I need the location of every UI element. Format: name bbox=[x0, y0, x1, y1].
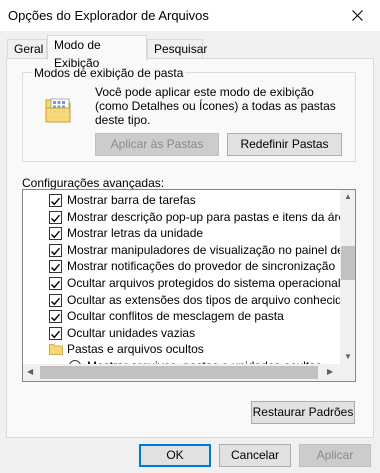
advanced-folder-group: Pastas e arquivos ocultos bbox=[23, 341, 340, 357]
advanced-checkbox-item[interactable]: Ocultar conflitos de mesclagem de pasta bbox=[23, 308, 340, 324]
advanced-checkbox-item[interactable]: Mostrar notificações do provedor de sinc… bbox=[23, 258, 340, 274]
advanced-checkbox-item[interactable]: Ocultar arquivos protegidos do sistema o… bbox=[23, 275, 340, 291]
advanced-checkbox-item[interactable]: Mostrar manipuladores de visualização no… bbox=[23, 242, 340, 258]
checkmark-icon bbox=[51, 264, 61, 272]
checkbox[interactable] bbox=[49, 194, 62, 207]
horizontal-scroll-thumb[interactable] bbox=[40, 366, 318, 379]
advanced-checkbox-item[interactable]: Mostrar letras da unidade bbox=[23, 225, 340, 241]
advanced-settings-items: Mostrar barra de tarefas Mostrar descriçã… bbox=[23, 190, 340, 364]
scroll-left-icon[interactable]: ◀ bbox=[27, 367, 33, 377]
advanced-settings-label: Configurações avançadas: bbox=[22, 176, 165, 190]
tab-general[interactable]: Geral bbox=[7, 39, 47, 59]
checkbox[interactable] bbox=[49, 326, 62, 340]
checkbox[interactable] bbox=[49, 227, 62, 241]
tab-strip: Geral Modo de Exibição Pesquisar bbox=[0, 35, 380, 70]
checkmark-icon bbox=[51, 214, 61, 222]
checkmark-icon bbox=[51, 247, 61, 256]
folder-view-icon bbox=[45, 98, 71, 123]
close-icon bbox=[351, 10, 363, 21]
ok-button[interactable]: OK bbox=[139, 444, 211, 467]
advanced-item-label: Ocultar arquivos protegidos do sistema o… bbox=[67, 276, 340, 290]
checkmark-icon bbox=[51, 230, 61, 239]
scroll-right-icon[interactable]: ▶ bbox=[327, 367, 333, 377]
advanced-item-label: Mostrar descrição pop-up para pastas e i… bbox=[67, 209, 340, 224]
checkmark-icon bbox=[51, 313, 61, 322]
close-button[interactable] bbox=[334, 0, 380, 31]
tab-search[interactable]: Pesquisar bbox=[147, 39, 207, 59]
scroll-up-icon[interactable]: ▲ bbox=[344, 192, 352, 202]
advanced-item-label: Mostrar manipuladores de visualização no… bbox=[67, 242, 340, 257]
advanced-checkbox-item[interactable]: Ocultar unidades vazias bbox=[23, 325, 340, 341]
advanced-item-label: Ocultar as extensões dos tipos de arquiv… bbox=[67, 292, 340, 307]
checkmark-icon bbox=[51, 297, 61, 305]
checkbox[interactable] bbox=[49, 243, 62, 257]
advanced-checkbox-item[interactable]: Ocultar as extensões dos tipos de arquiv… bbox=[23, 292, 340, 308]
horizontal-scrollbar[interactable]: ◀ ▶ bbox=[23, 364, 340, 381]
advanced-settings-list[interactable]: Mostrar barra de tarefas Mostrar descriçã… bbox=[22, 189, 356, 382]
window-title: Opções do Explorador de Arquivos bbox=[8, 8, 209, 23]
checkbox[interactable] bbox=[49, 277, 62, 290]
advanced-item-label: Pastas e arquivos ocultos bbox=[67, 342, 204, 357]
tab-view[interactable]: Modo de Exibição bbox=[47, 35, 147, 70]
advanced-checkbox-item[interactable]: Mostrar descrição pop-up para pastas e i… bbox=[23, 209, 340, 225]
checkbox[interactable] bbox=[49, 260, 62, 274]
folder-icon bbox=[49, 343, 63, 359]
advanced-item-label: Ocultar conflitos de mesclagem de pasta bbox=[67, 309, 284, 324]
restore-defaults-button[interactable]: Restaurar Padrões bbox=[251, 401, 355, 424]
checkmark-icon bbox=[51, 280, 61, 289]
advanced-item-label: Mostrar barra de tarefas bbox=[67, 193, 196, 207]
folder-views-description: Você pode aplicar este modo de exibição … bbox=[95, 85, 336, 127]
cancel-button[interactable]: Cancelar bbox=[219, 444, 291, 467]
checkmark-icon bbox=[51, 197, 61, 206]
vertical-scroll-thumb[interactable] bbox=[341, 246, 355, 280]
checkbox[interactable] bbox=[49, 210, 62, 224]
apply-button[interactable]: Aplicar bbox=[299, 444, 371, 467]
vertical-scrollbar[interactable]: ▲ ▼ bbox=[340, 190, 355, 364]
title-bar: Opções do Explorador de Arquivos bbox=[0, 0, 380, 31]
advanced-item-label: Mostrar letras da unidade bbox=[67, 226, 204, 241]
checkbox[interactable] bbox=[49, 293, 62, 307]
reset-folders-button[interactable]: Redefinir Pastas bbox=[227, 133, 342, 156]
scroll-down-icon[interactable]: ▼ bbox=[344, 352, 352, 362]
checkmark-icon bbox=[51, 330, 61, 339]
advanced-checkbox-item[interactable]: Mostrar barra de tarefas bbox=[23, 192, 340, 208]
advanced-item-label: Mostrar notificações do provedor de sinc… bbox=[67, 259, 336, 274]
checkbox[interactable] bbox=[49, 310, 62, 324]
advanced-item-label: Ocultar unidades vazias bbox=[67, 325, 196, 340]
scrollbar-corner bbox=[340, 364, 355, 381]
apply-to-folders-button[interactable]: Aplicar às Pastas bbox=[95, 133, 219, 156]
